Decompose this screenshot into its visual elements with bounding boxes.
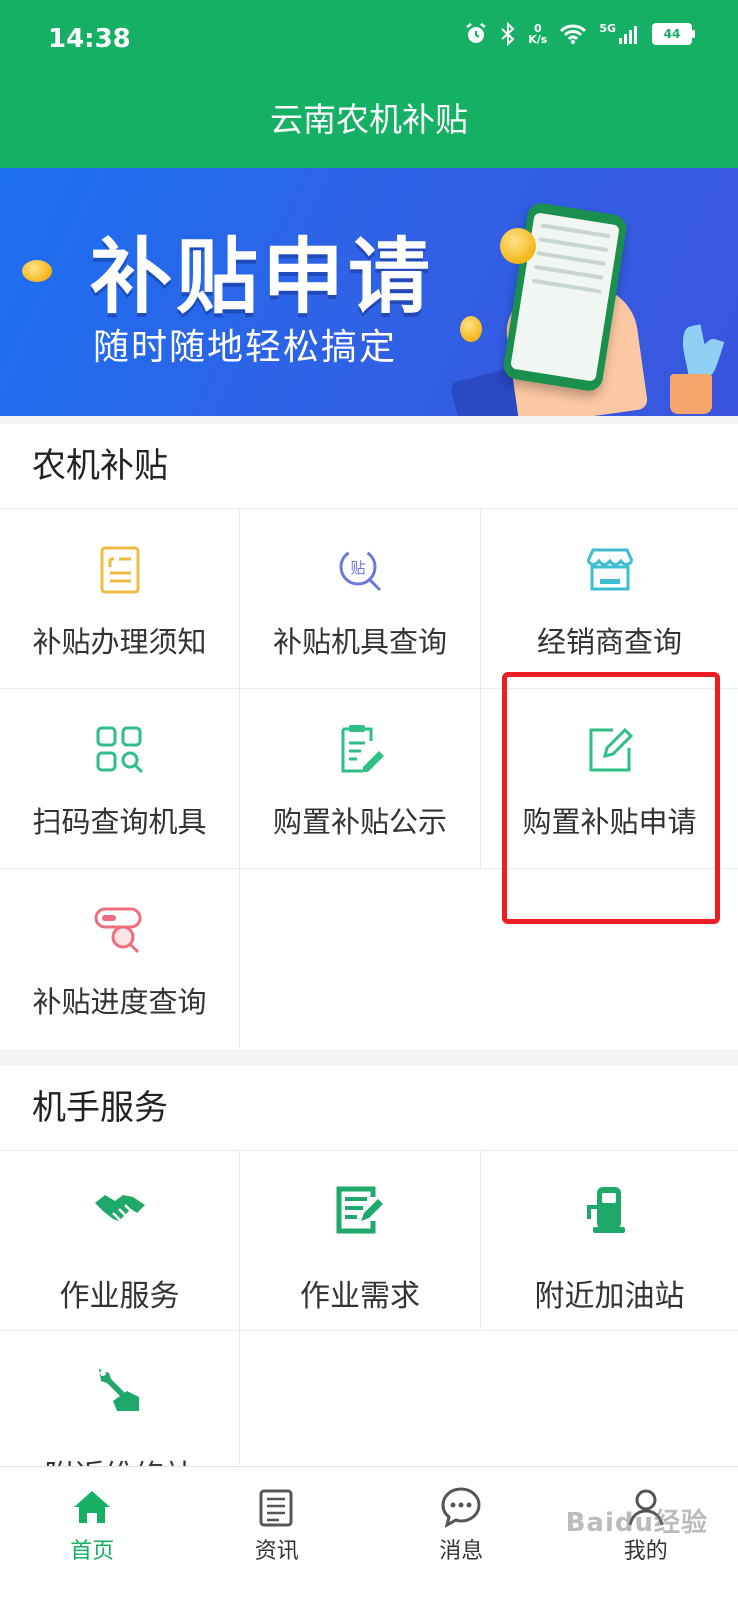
subsidy-publicity-label: 购置补贴公示 xyxy=(240,799,480,841)
banner-subtitle: 随时随地轻松搞定 xyxy=(93,318,397,370)
subsidy-search-icon: 贴 xyxy=(333,543,387,597)
alarm-icon xyxy=(464,22,488,46)
page-title: 云南农机补贴 xyxy=(0,80,738,168)
tab-messages[interactable]: 消息 xyxy=(369,1467,554,1601)
network-speed-unit: K/s xyxy=(528,34,547,45)
tab-news-label: 资讯 xyxy=(185,1533,370,1565)
scan-query-button[interactable]: 扫码查询机具 xyxy=(0,689,240,869)
subsidy-machine-search-label: 补贴机具查询 xyxy=(240,619,480,661)
tab-news[interactable]: 资讯 xyxy=(185,1467,370,1601)
wifi-icon xyxy=(559,23,587,45)
fuel-pump-icon xyxy=(583,1183,637,1237)
phone-line xyxy=(538,237,608,252)
home-icon xyxy=(70,1485,114,1529)
coin-decoration xyxy=(22,260,52,282)
scan-grid-icon xyxy=(93,723,147,777)
subsidy-guide-button[interactable]: 补贴办理须知 xyxy=(0,509,240,689)
banner-title: 补贴申请 xyxy=(90,210,434,329)
operator-section-title: 机手服务 xyxy=(0,1066,738,1151)
tab-home-label: 首页 xyxy=(0,1533,185,1565)
document-list-icon xyxy=(93,543,147,597)
network-speed: 0 K/s xyxy=(528,23,547,45)
tab-messages-label: 消息 xyxy=(369,1533,554,1565)
phone-line xyxy=(534,265,604,280)
wrench-hand-icon xyxy=(93,1363,147,1417)
nearby-gas-station-label: 附近加油站 xyxy=(481,1271,738,1315)
operator-grid: 作业服务 作业需求 附近加油站 附近维修站 xyxy=(0,1151,738,1466)
subsidy-guide-label: 补贴办理须知 xyxy=(0,619,239,661)
subsidy-machine-search-button[interactable]: 贴 补贴机具查询 xyxy=(240,509,481,689)
subsidy-publicity-button[interactable]: 购置补贴公示 xyxy=(240,689,481,869)
nearby-repair-station-button[interactable]: 附近维修站 xyxy=(0,1331,240,1466)
subsidy-apply-label: 购置补贴申请 xyxy=(481,799,738,841)
subsidy-section-title: 农机补贴 xyxy=(0,424,738,509)
signal-type: 5G xyxy=(599,22,616,35)
work-service-label: 作业服务 xyxy=(0,1271,239,1315)
work-demand-button[interactable]: 作业需求 xyxy=(240,1151,481,1331)
edit-square-icon xyxy=(583,723,637,777)
news-icon xyxy=(255,1485,299,1529)
subsidy-grid: 补贴办理须知 贴 补贴机具查询 经销商查询 扫码查询机具 购置补贴公示 购置补贴… xyxy=(0,509,738,1049)
coin-decoration xyxy=(500,228,536,264)
store-icon xyxy=(583,543,637,597)
work-service-button[interactable]: 作业服务 xyxy=(0,1151,240,1331)
tab-home[interactable]: 首页 xyxy=(0,1467,185,1601)
nearby-repair-station-label: 附近维修站 xyxy=(0,1451,239,1466)
phone-line xyxy=(536,251,606,266)
status-bar: 14:38 0 K/s 5G 44 xyxy=(0,0,738,80)
svg-text:贴: 贴 xyxy=(350,559,365,577)
battery-icon: 44 xyxy=(652,23,692,45)
phone-line xyxy=(532,279,602,294)
bluetooth-icon xyxy=(500,22,516,46)
clipboard-edit-icon xyxy=(333,723,387,777)
form-edit-icon xyxy=(333,1183,387,1237)
dealer-search-button[interactable]: 经销商查询 xyxy=(481,509,738,689)
empty-cell xyxy=(240,869,481,1049)
work-demand-label: 作业需求 xyxy=(240,1271,480,1315)
status-time: 14:38 xyxy=(48,24,131,54)
cell-signal-icon xyxy=(618,23,640,45)
subsidy-apply-button[interactable]: 购置补贴申请 xyxy=(481,689,738,869)
phone-line xyxy=(541,223,611,238)
handshake-icon xyxy=(93,1183,147,1237)
promo-banner[interactable]: 补贴申请 随时随地轻松搞定 xyxy=(0,168,738,416)
operator-section: 机手服务 作业服务 作业需求 附近加油站 附近维修站 xyxy=(0,1066,738,1466)
status-icons: 0 K/s 5G 44 xyxy=(464,22,692,46)
subsidy-section: 农机补贴 补贴办理须知 贴 补贴机具查询 经销商查询 扫码查询机具 购置补贴公示… xyxy=(0,424,738,1049)
message-icon xyxy=(439,1485,483,1529)
watermark: Baidu经验 xyxy=(566,1502,708,1539)
subsidy-progress-label: 补贴进度查询 xyxy=(0,979,239,1021)
empty-cell xyxy=(481,869,738,1049)
dealer-search-label: 经销商查询 xyxy=(481,619,738,661)
coin-decoration xyxy=(460,316,482,342)
progress-search-icon xyxy=(93,903,147,957)
subsidy-progress-button[interactable]: 补贴进度查询 xyxy=(0,869,240,1049)
scan-query-label: 扫码查询机具 xyxy=(0,799,239,841)
plant-pot xyxy=(670,374,712,414)
nearby-gas-station-button[interactable]: 附近加油站 xyxy=(481,1151,738,1331)
